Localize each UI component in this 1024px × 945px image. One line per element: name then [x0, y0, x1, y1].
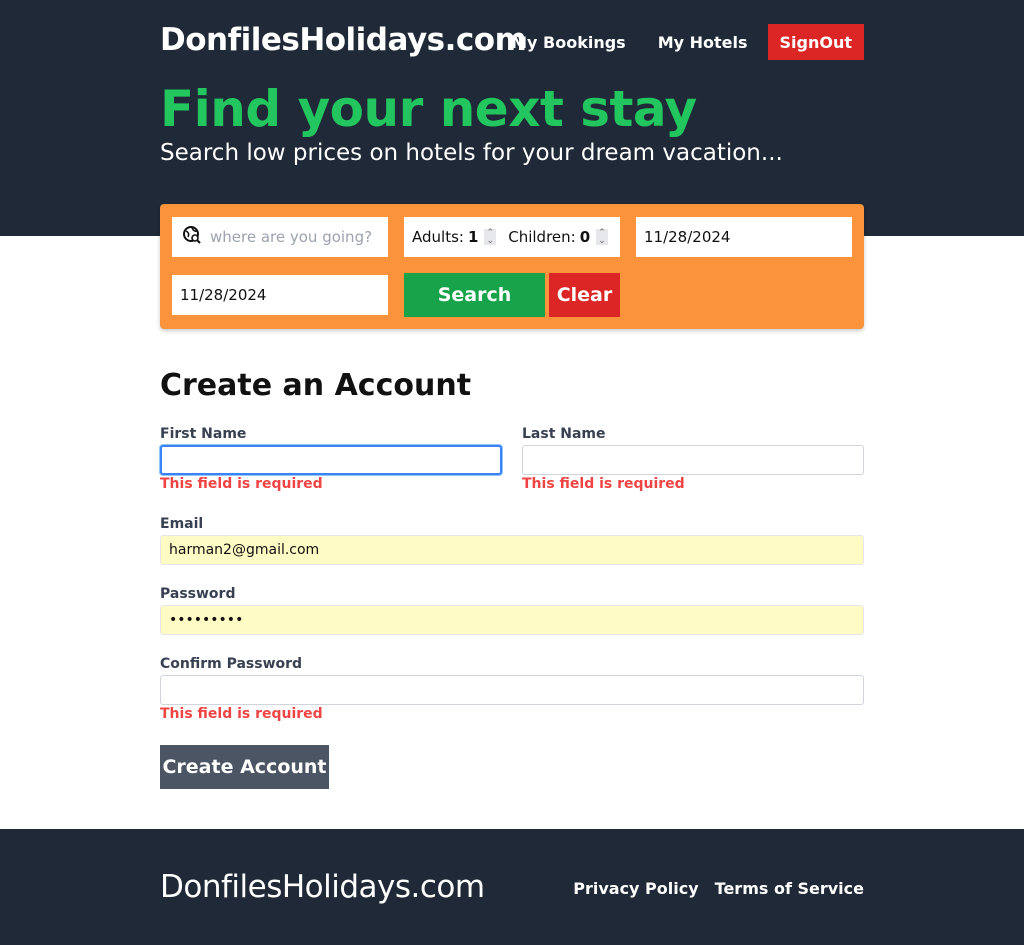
guests-field: Adults: 1 ⌃ ⌄ Children: 0 ⌃ ⌄ — [404, 217, 620, 257]
confirm-password-input[interactable] — [160, 675, 864, 705]
hero-header: DonfilesHolidays.com My Bookings My Hote… — [0, 0, 1024, 236]
password-input[interactable]: ••••••••• — [160, 605, 864, 635]
brand-logo[interactable]: DonfilesHolidays.com — [160, 22, 527, 58]
search-bar: where are you going? Adults: 1 ⌃ ⌄ Childr… — [160, 204, 864, 329]
terms-of-service-link[interactable]: Terms of Service — [715, 879, 864, 898]
last-name-input[interactable] — [522, 445, 864, 475]
last-name-error: This field is required — [522, 476, 685, 492]
adults-value[interactable]: 1 — [468, 228, 478, 246]
confirm-password-label: Confirm Password — [160, 656, 303, 672]
footer: DonfilesHolidays.com Privacy Policy Term… — [0, 829, 1024, 945]
check-in-date-input[interactable]: 11/28/2024 — [636, 217, 852, 257]
main-nav: My Bookings My Hotels SignOut — [479, 24, 864, 60]
first-name-label: First Name — [160, 426, 247, 442]
hero-subline: Search low prices on hotels for your dre… — [160, 140, 783, 166]
my-bookings-link[interactable]: My Bookings — [511, 33, 626, 52]
signout-button[interactable]: SignOut — [767, 24, 864, 60]
children-label: Children: — [508, 228, 576, 246]
email-input[interactable]: harman2@gmail.com — [160, 535, 864, 565]
privacy-policy-link[interactable]: Privacy Policy — [573, 879, 698, 898]
password-label: Password — [160, 586, 236, 602]
create-account-button[interactable]: Create Account — [160, 745, 329, 789]
adults-stepper-icon[interactable]: ⌃ ⌄ — [484, 229, 497, 246]
my-hotels-link[interactable]: My Hotels — [658, 33, 748, 52]
children-value[interactable]: 0 — [580, 228, 590, 246]
first-name-error: This field is required — [160, 476, 323, 492]
footer-brand: DonfilesHolidays.com — [160, 869, 485, 905]
footer-links: Privacy Policy Terms of Service — [557, 879, 864, 898]
destination-input[interactable]: where are you going? — [172, 217, 388, 257]
adults-label: Adults: — [412, 228, 464, 246]
children-stepper-icon[interactable]: ⌃ ⌄ — [596, 229, 608, 246]
hero-headline: Find your next stay — [160, 80, 697, 138]
clear-button[interactable]: Clear — [549, 273, 620, 317]
globe-search-icon — [182, 225, 202, 249]
email-label: Email — [160, 516, 204, 532]
search-button[interactable]: Search — [404, 273, 545, 317]
check-out-date-input[interactable]: 11/28/2024 — [172, 275, 388, 315]
destination-placeholder: where are you going? — [210, 228, 373, 246]
confirm-password-error: This field is required — [160, 706, 323, 722]
last-name-label: Last Name — [522, 426, 606, 442]
form-title: Create an Account — [160, 368, 472, 403]
first-name-input[interactable] — [160, 445, 502, 475]
